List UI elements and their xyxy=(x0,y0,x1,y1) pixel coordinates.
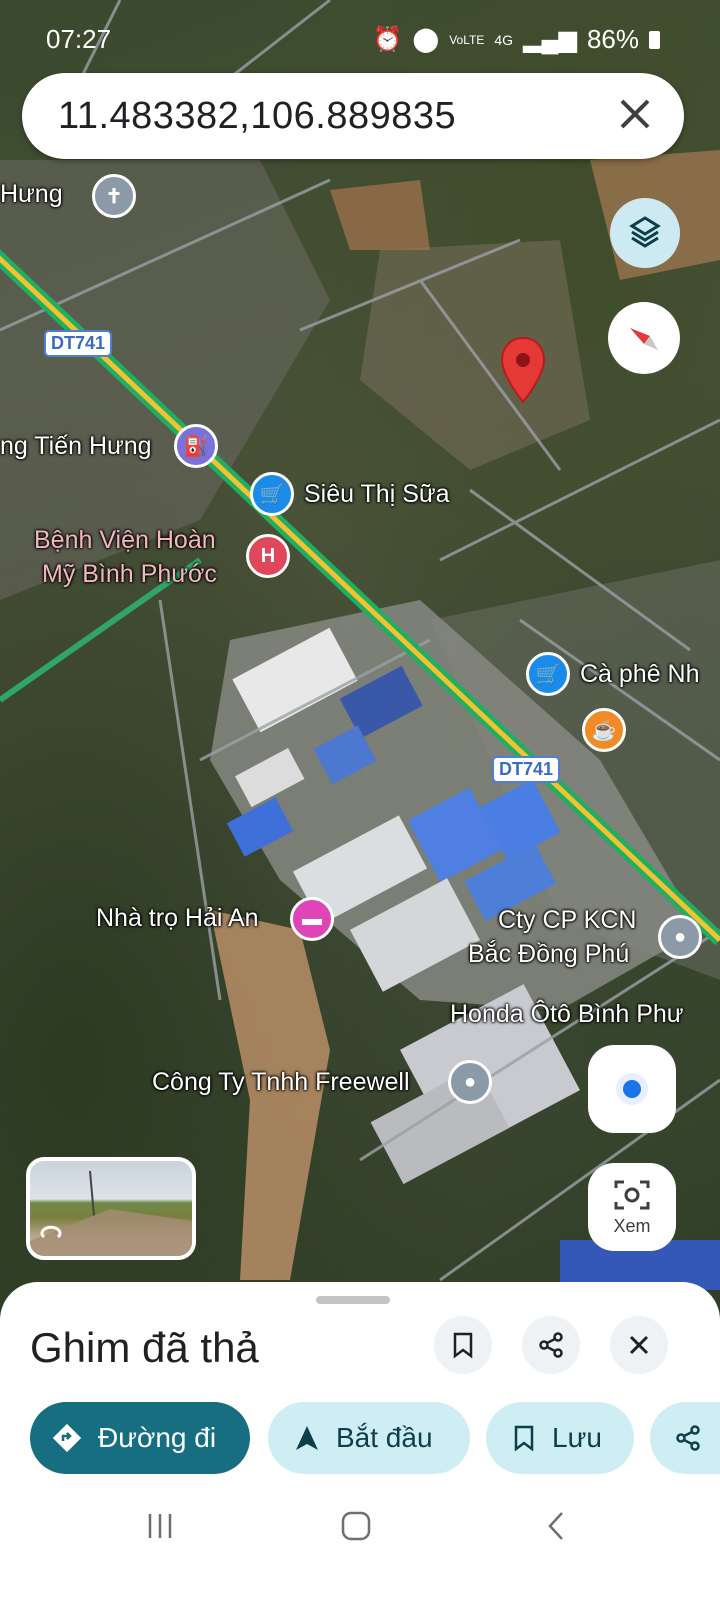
location-icon: ⬤ xyxy=(412,26,440,53)
directions-icon xyxy=(52,1423,82,1453)
place-dot-icon[interactable]: ● xyxy=(658,915,702,959)
street-view-image xyxy=(30,1170,192,1256)
place-label[interactable]: Bắc Đồng Phú xyxy=(468,940,629,969)
battery-icon xyxy=(649,30,660,49)
search-bar[interactable]: 11.483382,106.889835 xyxy=(22,73,684,159)
street-view-thumbnail[interactable] xyxy=(26,1157,196,1260)
save-label: Lưu xyxy=(552,1422,602,1453)
share-icon xyxy=(676,1425,700,1451)
road-shield-dt741: DT741 xyxy=(44,330,113,357)
network-type: 4G xyxy=(494,31,514,48)
close-sheet-button[interactable] xyxy=(610,1316,668,1374)
close-icon xyxy=(629,1335,649,1355)
place-label[interactable]: Siêu Thị Sữa xyxy=(304,480,450,509)
dropped-pin-icon[interactable] xyxy=(500,336,546,404)
place-label[interactable]: Nhà trọ Hải An xyxy=(96,904,259,933)
place-label[interactable]: Honda Ôtô Bình Phư xyxy=(450,1000,684,1029)
shopping-cart-icon[interactable]: 🛒 xyxy=(250,472,294,516)
place-label[interactable]: Công Ty Tnhh Freewell xyxy=(152,1068,410,1097)
start-label: Bắt đầu xyxy=(336,1422,433,1453)
my-location-icon xyxy=(616,1073,648,1105)
layers-button[interactable] xyxy=(610,198,680,268)
hospital-icon[interactable]: H xyxy=(246,534,290,578)
directions-button[interactable]: Đường đi xyxy=(30,1402,250,1474)
home-icon[interactable] xyxy=(340,1510,372,1542)
place-sheet[interactable]: Ghim đã thả Đường đi Bắt đầu Lưu xyxy=(0,1282,720,1600)
back-icon[interactable] xyxy=(540,1510,572,1542)
my-location-button[interactable] xyxy=(588,1045,676,1133)
layers-icon xyxy=(629,216,661,248)
bookmark-icon xyxy=(453,1332,473,1359)
place-label[interactable]: Cà phê Nh xyxy=(580,660,700,689)
status-bar: 07:27 ⏰ ⬤ VoLTE 4G ▂▄▆ 86% xyxy=(0,0,720,78)
compass-icon xyxy=(630,328,658,350)
share-icon-button[interactable] xyxy=(522,1316,580,1374)
signal-icon: ▂▄▆ xyxy=(523,26,577,53)
save-button[interactable]: Lưu xyxy=(486,1402,634,1474)
place-dot-icon[interactable]: ● xyxy=(448,1060,492,1104)
gas-station-icon[interactable]: ⛽ xyxy=(174,424,218,468)
place-label[interactable]: Bệnh Viện Hoàn xyxy=(34,526,216,555)
navigation-arrow-icon xyxy=(296,1426,318,1450)
place-label[interactable]: Cty CP KCN xyxy=(498,906,636,935)
place-label[interactable]: Hưng xyxy=(0,180,63,209)
place-label[interactable]: ng Tiến Hưng xyxy=(0,432,152,461)
church-icon[interactable]: ✝ xyxy=(92,174,136,218)
alarm-icon: ⏰ xyxy=(372,26,403,53)
volte-icon: VoLTE xyxy=(449,32,485,47)
system-navigation-bar xyxy=(0,1488,720,1568)
start-button[interactable]: Bắt đầu xyxy=(268,1402,470,1474)
shopping-cart-icon[interactable]: 🛒 xyxy=(526,652,570,696)
status-icons: ⏰ ⬤ VoLTE 4G ▂▄▆ 86% xyxy=(372,24,660,55)
share-icon xyxy=(539,1332,563,1358)
battery-percent: 86% xyxy=(586,24,639,54)
camera-scan-icon xyxy=(614,1180,650,1209)
clock: 07:27 xyxy=(46,24,112,54)
view-button[interactable]: Xem xyxy=(588,1163,676,1251)
share-chip[interactable] xyxy=(650,1402,720,1474)
cafe-icon[interactable]: ☕ xyxy=(582,708,626,752)
save-icon-button[interactable] xyxy=(434,1316,492,1374)
place-label[interactable]: Mỹ Bình Phước xyxy=(42,560,217,589)
close-icon[interactable] xyxy=(612,91,658,137)
lodging-icon[interactable]: ▬ xyxy=(290,897,334,941)
search-input[interactable]: 11.483382,106.889835 xyxy=(58,95,456,138)
road-shield-dt741: DT741 xyxy=(492,756,561,783)
view-button-label: Xem xyxy=(613,1215,651,1236)
bookmark-icon xyxy=(514,1425,534,1452)
sheet-title: Ghim đã thả xyxy=(30,1324,259,1371)
directions-label: Đường đi xyxy=(98,1422,217,1453)
recent-apps-icon[interactable] xyxy=(144,1510,176,1542)
compass-button[interactable] xyxy=(608,302,680,374)
drag-handle[interactable] xyxy=(316,1296,390,1304)
